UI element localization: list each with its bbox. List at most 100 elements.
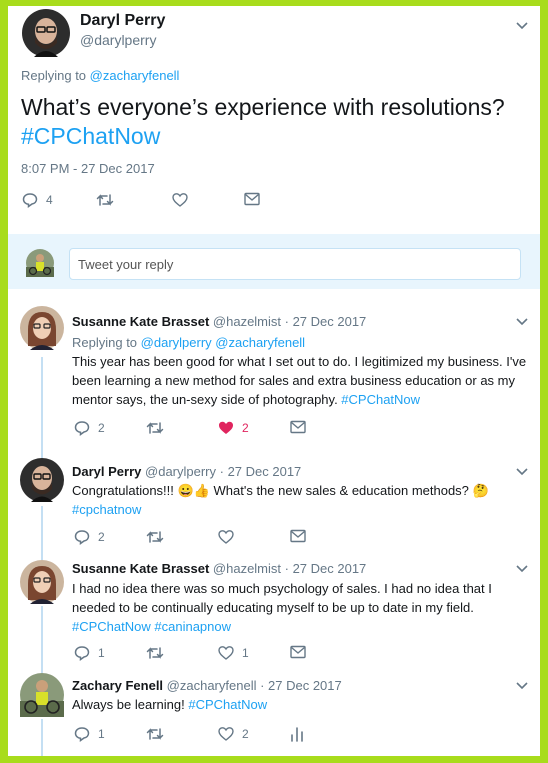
thread-line [41, 506, 43, 544]
retweet-icon [96, 194, 114, 206]
author-name[interactable]: Zachary Fenell [72, 678, 163, 693]
heart-filled-icon [219, 421, 233, 434]
avatar[interactable] [20, 458, 64, 502]
hashtag-link[interactable]: #CPChatNow [341, 392, 420, 407]
replying-to: Replying to @zacharyfenell [21, 68, 180, 83]
reply-actions: 1 2 [74, 726, 374, 744]
reply-date[interactable]: · 27 Dec 2017 [281, 314, 367, 329]
replying-to-link[interactable]: @zacharyfenell [90, 68, 180, 83]
tweet-frame: Daryl Perry @darylperry Replying to @zac… [8, 6, 540, 756]
retweet-button[interactable] [146, 420, 164, 436]
reply-input[interactable]: Tweet your reply [69, 248, 521, 280]
reply-text: Always be learning! #CPChatNow [72, 697, 268, 712]
reply-button[interactable]: 1 [74, 645, 105, 661]
author-handle[interactable]: @darylperry [145, 464, 216, 479]
author-handle[interactable]: @hazelmist [213, 314, 281, 329]
heart-icon [218, 530, 234, 544]
like-count: 2 [242, 421, 249, 435]
hashtag-link[interactable]: #CPChatNow [188, 697, 267, 712]
avatar[interactable] [20, 673, 64, 717]
retweet-button[interactable] [146, 726, 164, 742]
like-count: 2 [242, 727, 249, 741]
analytics-icon [291, 727, 303, 742]
envelope-icon [290, 645, 306, 659]
retweet-icon [146, 531, 164, 543]
like-button[interactable] [172, 192, 188, 208]
message-button[interactable] [290, 529, 306, 543]
heart-icon [172, 193, 188, 207]
author-name[interactable]: Daryl Perry [72, 464, 141, 479]
envelope-icon [290, 529, 306, 543]
hashtag-link[interactable]: #cpchatnow [72, 502, 141, 517]
reply-count: 2 [98, 530, 105, 544]
thread-line [41, 719, 43, 756]
thread-line [41, 606, 43, 661]
tweet-actions: 4 [22, 192, 322, 210]
author-name[interactable]: Susanne Kate Brasset [72, 561, 209, 576]
reply-button[interactable]: 1 [74, 726, 105, 742]
like-button[interactable]: 1 [218, 645, 249, 661]
hashtag-link[interactable]: #caninapnow [154, 619, 231, 634]
retweet-button[interactable] [146, 529, 164, 545]
message-button[interactable] [290, 645, 306, 659]
reply-date[interactable]: · 27 Dec 2017 [216, 464, 302, 479]
author-handle[interactable]: @hazelmist [213, 561, 281, 576]
tweet-timestamp[interactable]: 8:07 PM - 27 Dec 2017 [21, 161, 155, 176]
avatar[interactable] [20, 306, 64, 350]
analytics-button[interactable] [290, 726, 304, 742]
hashtag-link[interactable]: #CPChatNow [72, 619, 151, 634]
reply-header: Zachary Fenell @zacharyfenell · 27 Dec 2… [72, 678, 342, 693]
reply-tweet: Susanne Kate Brasset @hazelmist · 27 Dec… [8, 289, 540, 444]
message-button[interactable] [290, 420, 306, 434]
reply-icon [74, 646, 90, 661]
retweet-button[interactable] [96, 192, 114, 208]
reply-actions: 2 2 [74, 420, 374, 438]
avatar[interactable] [26, 249, 54, 277]
reply-icon [74, 421, 90, 436]
retweet-icon [146, 728, 164, 740]
like-button[interactable]: 2 [218, 420, 249, 436]
thread-line [41, 544, 43, 560]
reply-count: 4 [46, 193, 53, 207]
author-handle[interactable]: @zacharyfenell [167, 678, 257, 693]
chevron-down-icon[interactable] [516, 22, 528, 30]
author-name[interactable]: Daryl Perry [80, 12, 165, 30]
replying-to: Replying to @darylperry @zacharyfenell [72, 335, 306, 350]
emoji: 😀👍 [177, 483, 210, 498]
message-button[interactable] [244, 192, 260, 206]
avatar[interactable] [22, 9, 70, 57]
reply-icon [74, 727, 90, 742]
reply-button[interactable]: 2 [74, 529, 105, 545]
reply-count: 1 [98, 646, 105, 660]
reply-text: Congratulations!!! 😀👍 What's the new sal… [72, 483, 489, 517]
reply-button[interactable]: 2 [74, 420, 105, 436]
reply-icon [22, 193, 38, 208]
like-button[interactable] [218, 529, 234, 545]
heart-icon [218, 646, 234, 660]
retweet-button[interactable] [146, 645, 164, 661]
reply-count: 2 [98, 421, 105, 435]
replying-to-link[interactable]: @darylperry [141, 335, 212, 350]
heart-icon [218, 727, 234, 741]
reply-date[interactable]: · 27 Dec 2017 [256, 678, 342, 693]
chevron-down-icon[interactable] [516, 468, 528, 476]
reply-count: 1 [98, 727, 105, 741]
like-button[interactable]: 2 [218, 726, 249, 742]
reply-button[interactable]: 4 [22, 192, 53, 208]
chevron-down-icon[interactable] [516, 682, 528, 690]
avatar[interactable] [20, 560, 64, 604]
chevron-down-icon[interactable] [516, 565, 528, 573]
like-count: 1 [242, 646, 249, 660]
reply-tweet: Zachary Fenell @zacharyfenell · 27 Dec 2… [8, 661, 540, 756]
reply-date[interactable]: · 27 Dec 2017 [281, 561, 367, 576]
reply-icon [74, 530, 90, 545]
chevron-down-icon[interactable] [516, 318, 528, 326]
thread-line [41, 444, 43, 458]
reply-tweet: Susanne Kate Brasset @hazelmist · 27 Dec… [8, 544, 540, 661]
author-name[interactable]: Susanne Kate Brasset [72, 314, 209, 329]
hashtag-link[interactable]: #CPChatNow [21, 123, 160, 149]
author-handle[interactable]: @darylperry [80, 32, 156, 48]
envelope-icon [290, 420, 306, 434]
retweet-icon [146, 422, 164, 434]
replying-to-link[interactable]: @zacharyfenell [215, 335, 305, 350]
